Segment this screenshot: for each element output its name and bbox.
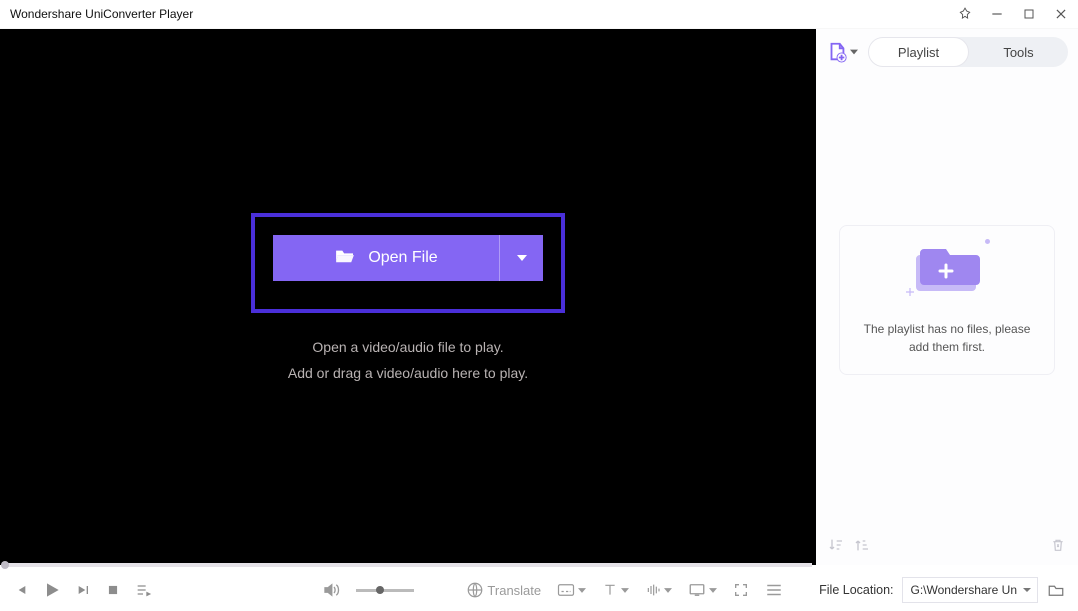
- playlist-toggle-icon[interactable]: [134, 582, 152, 598]
- prev-button[interactable]: [12, 582, 28, 598]
- open-file-label: Open File: [368, 249, 437, 267]
- window-controls: [956, 5, 1070, 23]
- titlebar: Wondershare UniConverter Player: [0, 0, 1078, 29]
- volume-slider[interactable]: [356, 589, 414, 592]
- open-file-highlight: Open File: [251, 213, 565, 313]
- bottombar: Translate File Location: G:\Wondershare …: [0, 569, 1078, 611]
- next-button[interactable]: [76, 582, 92, 598]
- fullscreen-icon[interactable]: [733, 582, 749, 598]
- open-file-dropdown[interactable]: [499, 235, 543, 281]
- subtitle-menu[interactable]: [557, 583, 586, 597]
- file-location-select[interactable]: G:\Wondershare Un: [902, 577, 1039, 603]
- playlist-empty-text: The playlist has no files, please add th…: [854, 320, 1040, 356]
- progress-thumb[interactable]: [1, 561, 9, 569]
- open-hint-2: Add or drag a video/audio here to play.: [288, 365, 528, 381]
- sidebar: Playlist Tools The playlist has no files…: [816, 29, 1078, 565]
- playlist-empty-card: The playlist has no files, please add th…: [839, 225, 1055, 375]
- stop-button[interactable]: [106, 583, 120, 597]
- tab-tools[interactable]: Tools: [969, 37, 1068, 67]
- folder-plus-icon: [914, 245, 980, 300]
- display-menu[interactable]: [688, 583, 717, 597]
- minimize-icon[interactable]: [988, 5, 1006, 23]
- open-hint-1: Open a video/audio file to play.: [312, 339, 503, 355]
- progress-bar[interactable]: [0, 561, 816, 569]
- open-folder-icon[interactable]: [1046, 580, 1066, 600]
- chevron-down-icon: [850, 49, 858, 55]
- pin-icon[interactable]: [956, 5, 974, 23]
- window-title: Wondershare UniConverter Player: [10, 7, 193, 21]
- delete-icon[interactable]: [1050, 537, 1066, 553]
- add-file-icon[interactable]: [826, 41, 858, 63]
- translate-label: Translate: [487, 583, 541, 598]
- close-icon[interactable]: [1052, 5, 1070, 23]
- open-file-button[interactable]: Open File: [273, 235, 499, 281]
- side-tabs: Playlist Tools: [868, 37, 1068, 67]
- file-location-value: G:\Wondershare Un: [911, 583, 1018, 597]
- file-location-label: File Location:: [819, 583, 893, 597]
- tab-playlist[interactable]: Playlist: [868, 37, 969, 67]
- menu-icon[interactable]: [765, 583, 783, 597]
- play-button[interactable]: [42, 580, 62, 600]
- maximize-icon[interactable]: [1020, 5, 1038, 23]
- audio-menu[interactable]: [645, 582, 672, 598]
- sort-desc-icon[interactable]: [828, 537, 844, 553]
- folder-open-icon: [334, 248, 356, 269]
- video-area[interactable]: Open File Open a video/audio file to pla…: [0, 29, 816, 565]
- sort-asc-icon[interactable]: [854, 537, 870, 553]
- text-menu[interactable]: [602, 582, 629, 598]
- translate-button[interactable]: Translate: [466, 581, 541, 599]
- volume-icon[interactable]: [322, 581, 340, 599]
